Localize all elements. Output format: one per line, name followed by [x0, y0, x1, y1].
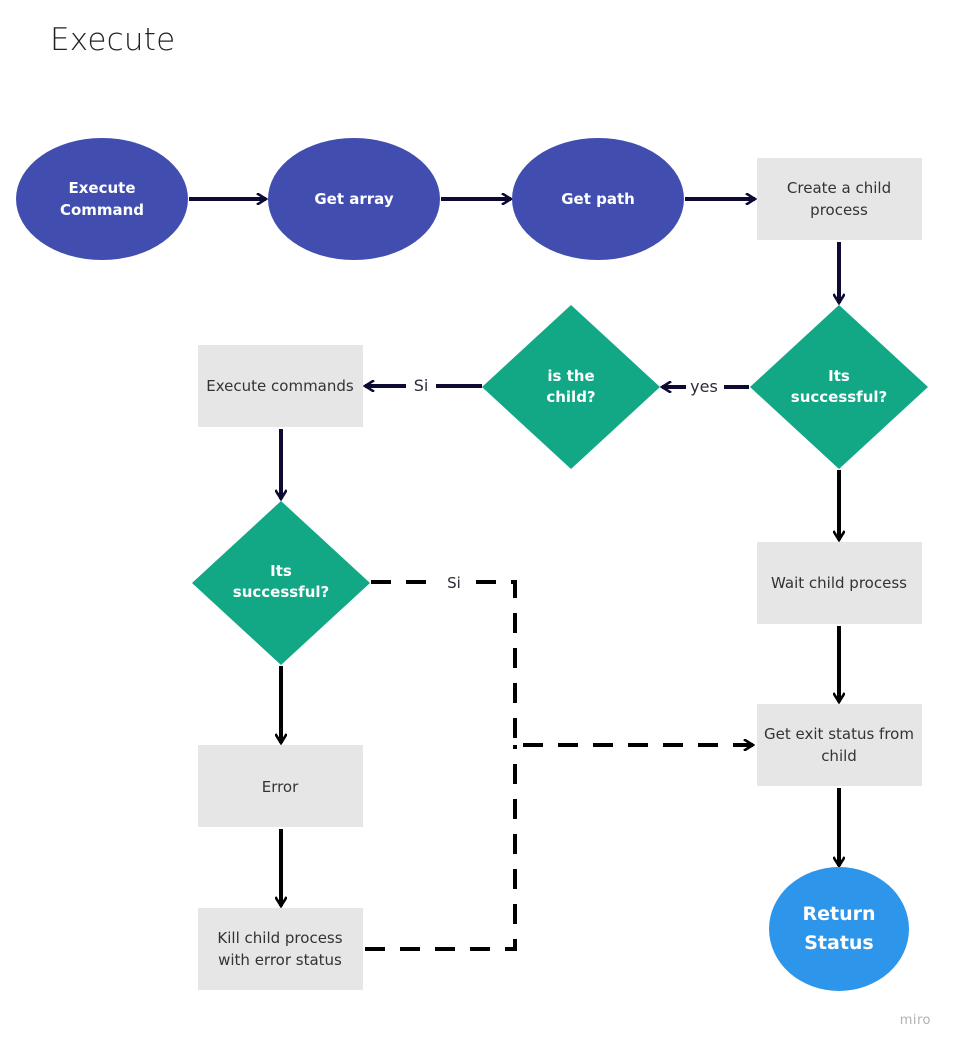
node-execute-command[interactable]: Execute Command	[16, 138, 188, 260]
edge-kill-child-to-get-exit-status[interactable]	[365, 745, 517, 951]
node-label: successful?	[791, 388, 887, 406]
node-label: Execute commands	[206, 377, 354, 395]
node-return-status[interactable]: Return Status	[769, 867, 909, 991]
terminal-shape	[769, 867, 909, 991]
node-label: successful?	[233, 583, 329, 601]
process-shape	[757, 704, 922, 786]
node-label: Wait child process	[771, 574, 907, 592]
node-label: Kill child process	[217, 929, 342, 947]
nodes: Execute Command Get array Get path Creat…	[16, 138, 928, 991]
node-label: is the	[547, 367, 594, 385]
node-get-array[interactable]: Get array	[268, 138, 440, 260]
node-label: Execute	[68, 179, 135, 197]
node-get-path[interactable]: Get path	[512, 138, 684, 260]
node-label: process	[810, 201, 868, 219]
node-label: Get exit status from	[764, 725, 914, 743]
node-label: Create a child	[787, 179, 891, 197]
edge-label-si: Si	[414, 376, 429, 395]
node-label: Get array	[314, 190, 393, 208]
node-label: child	[821, 747, 857, 765]
node-error[interactable]: Error	[198, 745, 363, 827]
process-shape	[757, 158, 922, 240]
node-label: Return	[802, 903, 875, 925]
node-label: Its	[270, 562, 292, 580]
node-execute-commands[interactable]: Execute commands	[198, 345, 363, 427]
node-label: Command	[60, 201, 144, 219]
node-create-child-process[interactable]: Create a child process	[757, 158, 922, 240]
decision-shape	[482, 305, 660, 469]
decision-shape	[750, 305, 928, 469]
edge-label-yes: yes	[690, 377, 718, 396]
node-get-exit-status[interactable]: Get exit status from child	[757, 704, 922, 786]
edge-its-successful-2-to-get-exit-status[interactable]	[371, 580, 753, 745]
miro-watermark: miro	[899, 1013, 931, 1028]
node-label: Its	[828, 367, 850, 385]
edge-label-si-dashed: Si	[447, 574, 461, 592]
node-label: Error	[262, 778, 299, 796]
node-is-the-child[interactable]: is the child?	[482, 305, 660, 469]
node-wait-child-process[interactable]: Wait child process	[757, 542, 922, 624]
node-kill-child-process[interactable]: Kill child process with error status	[198, 908, 363, 990]
node-label: Status	[804, 932, 874, 954]
node-its-successful-1[interactable]: Its successful?	[750, 305, 928, 469]
flowchart-canvas: yes Si Si Execute Command Get array Get …	[16, 138, 928, 991]
terminal-shape	[16, 138, 188, 260]
process-shape	[198, 908, 363, 990]
node-label: child?	[546, 388, 595, 406]
node-its-successful-2[interactable]: Its successful?	[192, 501, 370, 665]
node-label: with error status	[218, 951, 342, 969]
node-label: Get path	[561, 190, 635, 208]
